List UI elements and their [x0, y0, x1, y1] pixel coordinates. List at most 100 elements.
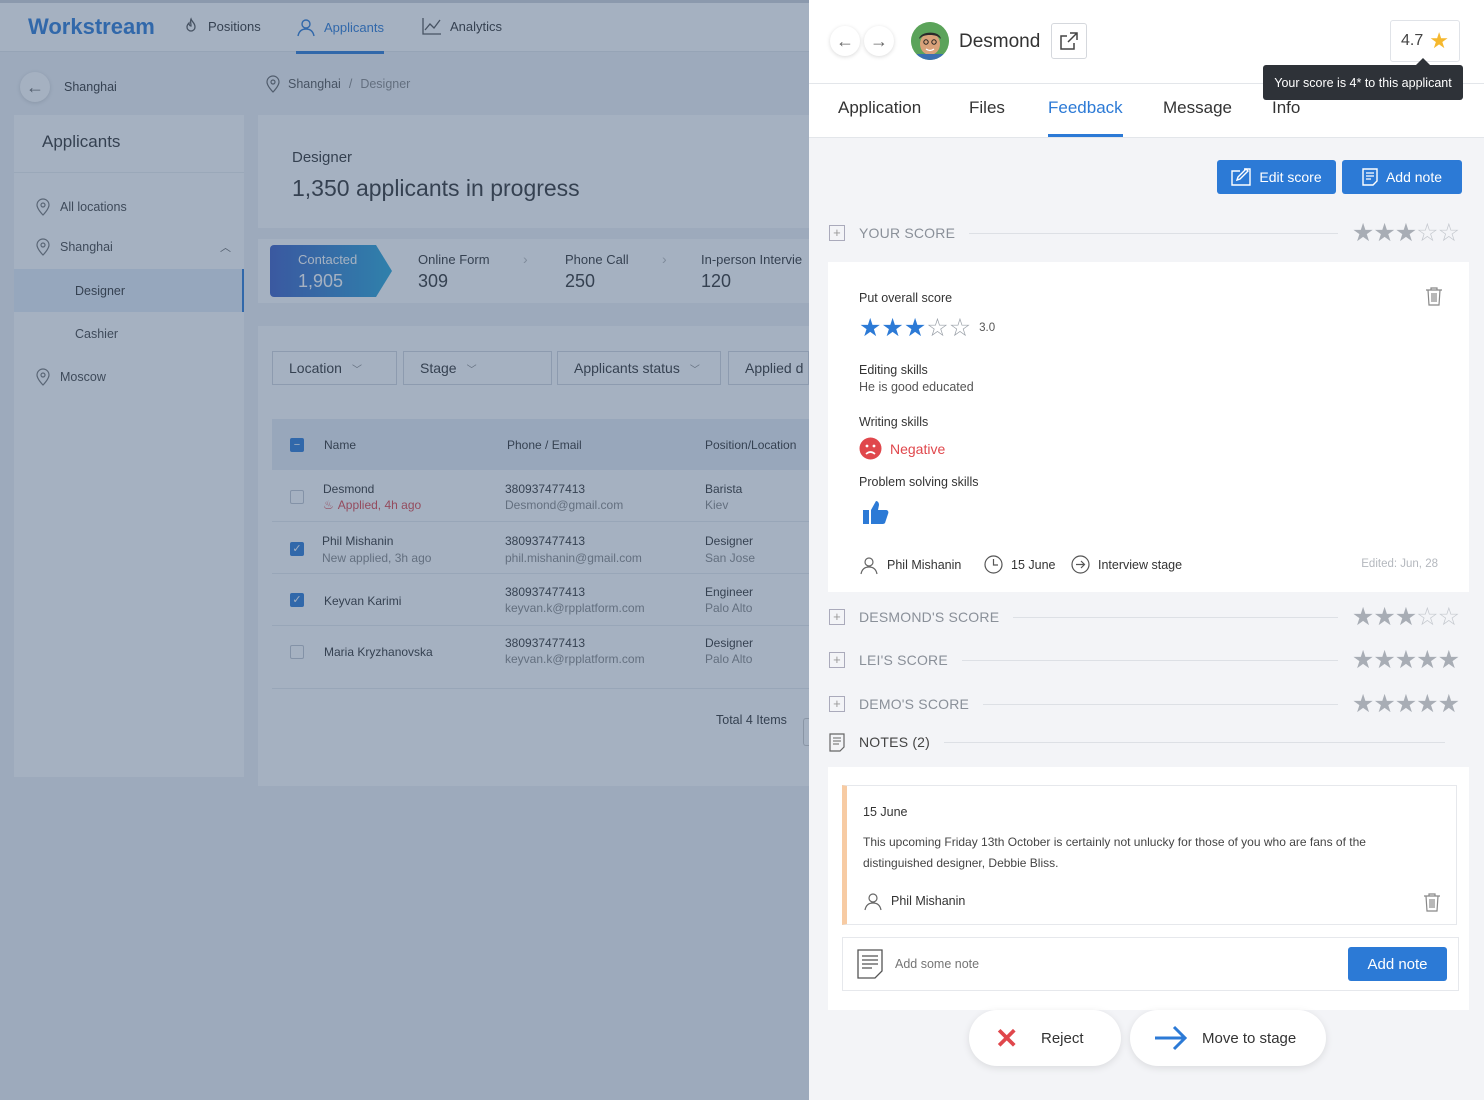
star-icon: ★	[1437, 646, 1460, 674]
arrow-circle-icon	[1071, 555, 1090, 574]
add-note-row: Add note	[842, 937, 1459, 991]
star-icon[interactable]: ★	[904, 313, 926, 343]
divider	[969, 232, 1338, 234]
trash-icon	[1424, 893, 1440, 912]
note-text: This upcoming Friday 13th October is cer…	[863, 835, 1366, 870]
star-icon[interactable]: ★	[881, 313, 903, 343]
desmond-score-stars: ★★★☆☆	[1351, 602, 1460, 632]
external-link-icon	[1060, 32, 1078, 50]
add-note-submit-button[interactable]: Add note	[1348, 947, 1447, 981]
score-edited: Edited: Jun, 28	[1361, 558, 1438, 570]
notes-header[interactable]: NOTES (2)	[829, 731, 1459, 753]
overall-score-label: Put overall score	[859, 291, 953, 305]
lei-score-header[interactable]: + LEI'S SCORE ★★★★★	[829, 646, 1460, 674]
trash-icon	[1426, 287, 1442, 306]
divider	[961, 659, 1338, 661]
tab-feedback[interactable]: Feedback	[1048, 98, 1123, 137]
star-icon: ★	[1373, 219, 1395, 247]
note-date: 15 June	[863, 805, 908, 819]
add-note-submit-label: Add note	[1367, 955, 1428, 973]
rating-badge[interactable]: 4.7 ★	[1390, 20, 1460, 62]
star-icon: ★	[1373, 603, 1395, 631]
expand-icon[interactable]: +	[829, 609, 845, 625]
close-icon: ✕	[995, 1022, 1019, 1054]
expand-icon[interactable]: +	[829, 652, 845, 668]
reject-button[interactable]: ✕ Reject	[969, 1010, 1121, 1066]
expand-icon[interactable]: +	[829, 225, 845, 241]
note-icon	[829, 732, 845, 752]
note-author: Phil Mishanin	[863, 891, 965, 911]
clock-icon	[984, 555, 1003, 574]
arrow-right-icon	[1155, 1025, 1188, 1051]
star-icon: ★	[1394, 219, 1417, 247]
applicant-detail-panel: ← → Desmond 4.7 ★ Application Files Feed…	[809, 0, 1484, 1100]
add-note-button[interactable]: Add note	[1342, 160, 1462, 194]
score-card: Put overall score ★ ★ ★ ☆ ☆ 3.0 Editing …	[828, 262, 1469, 592]
move-to-stage-label: Move to stage	[1202, 1029, 1297, 1047]
modal-overlay[interactable]	[0, 0, 809, 1100]
star-outline-icon: ☆	[1416, 219, 1438, 247]
tab-application[interactable]: Application	[838, 98, 921, 118]
next-applicant-button[interactable]: →	[864, 26, 894, 56]
edit-icon	[1231, 168, 1252, 186]
your-score-stars: ★★★☆☆	[1351, 218, 1460, 248]
skill-value: He is good educated	[859, 380, 974, 394]
skill-name: Problem solving skills	[859, 475, 979, 489]
overall-score-value: 3.0	[979, 322, 996, 334]
your-score-header[interactable]: + YOUR SCORE ★★★☆☆	[829, 219, 1460, 247]
tab-info[interactable]: Info	[1272, 98, 1300, 118]
edit-score-button[interactable]: Edit score	[1217, 160, 1336, 194]
score-date-text: 15 June	[1011, 557, 1056, 572]
move-to-stage-button[interactable]: Move to stage	[1130, 1010, 1326, 1066]
star-icon: ★	[1351, 690, 1374, 718]
star-icon: ★	[1437, 690, 1460, 718]
thumbs-up-icon	[862, 499, 890, 530]
avatar	[911, 22, 949, 60]
notes-card: 15 June This upcoming Friday 13th Octobe…	[828, 767, 1469, 1010]
tooltip-text: Your score is 4* to this applicant	[1274, 75, 1452, 90]
section-title: YOUR SCORE	[859, 225, 956, 241]
tooltip-arrow	[1416, 58, 1430, 65]
star-icon: ★	[1416, 646, 1438, 674]
rating-value: 4.7	[1401, 32, 1424, 49]
star-outline-icon[interactable]: ☆	[926, 313, 948, 343]
star-icon: ★	[1373, 690, 1395, 718]
applicant-name: Desmond	[959, 31, 1041, 52]
section-title: DEMO'S SCORE	[859, 696, 970, 712]
skill-name: Writing skills	[859, 415, 929, 429]
star-icon: ★	[1416, 690, 1438, 718]
star-icon: ★	[1351, 646, 1374, 674]
reject-label: Reject	[1041, 1029, 1084, 1047]
star-icon: ★	[1394, 603, 1417, 631]
note-icon	[857, 949, 883, 979]
user-icon	[864, 893, 882, 911]
skill-negative-badge: Negative	[859, 437, 945, 460]
add-note-label: Add note	[1385, 169, 1443, 185]
tab-files[interactable]: Files	[969, 98, 1005, 118]
previous-applicant-button[interactable]: ←	[830, 26, 860, 56]
note-icon	[1362, 168, 1378, 186]
tab-message[interactable]: Message	[1163, 98, 1232, 118]
delete-note-button[interactable]	[1423, 892, 1441, 917]
lei-score-stars: ★★★★★	[1351, 645, 1460, 675]
star-icon[interactable]: ★	[859, 313, 881, 343]
star-outline-icon[interactable]: ☆	[949, 313, 971, 343]
score-author-name: Phil Mishanin	[887, 558, 962, 572]
delete-score-button[interactable]	[1425, 286, 1443, 311]
star-icon: ★	[1394, 646, 1417, 674]
expand-icon[interactable]: +	[829, 696, 845, 712]
score-date: 15 June	[984, 555, 1055, 574]
overall-score-stars[interactable]: ★ ★ ★ ☆ ☆ 3.0	[859, 313, 995, 343]
skill-name: Editing skills	[859, 363, 928, 377]
score-author: Phil Mishanin	[859, 555, 961, 575]
star-icon: ★	[1351, 219, 1374, 247]
edit-score-label: Edit score	[1259, 169, 1322, 185]
open-external-button[interactable]	[1051, 23, 1087, 59]
note-author-name: Phil Mishanin	[891, 894, 966, 908]
divider	[983, 703, 1338, 705]
star-icon: ★	[1351, 603, 1374, 631]
demo-score-header[interactable]: + DEMO'S SCORE ★★★★★	[829, 690, 1460, 718]
desmond-score-header[interactable]: + DESMOND'S SCORE ★★★☆☆	[829, 603, 1460, 631]
add-note-input[interactable]	[895, 953, 1285, 975]
section-title: DESMOND'S SCORE	[859, 609, 1000, 625]
